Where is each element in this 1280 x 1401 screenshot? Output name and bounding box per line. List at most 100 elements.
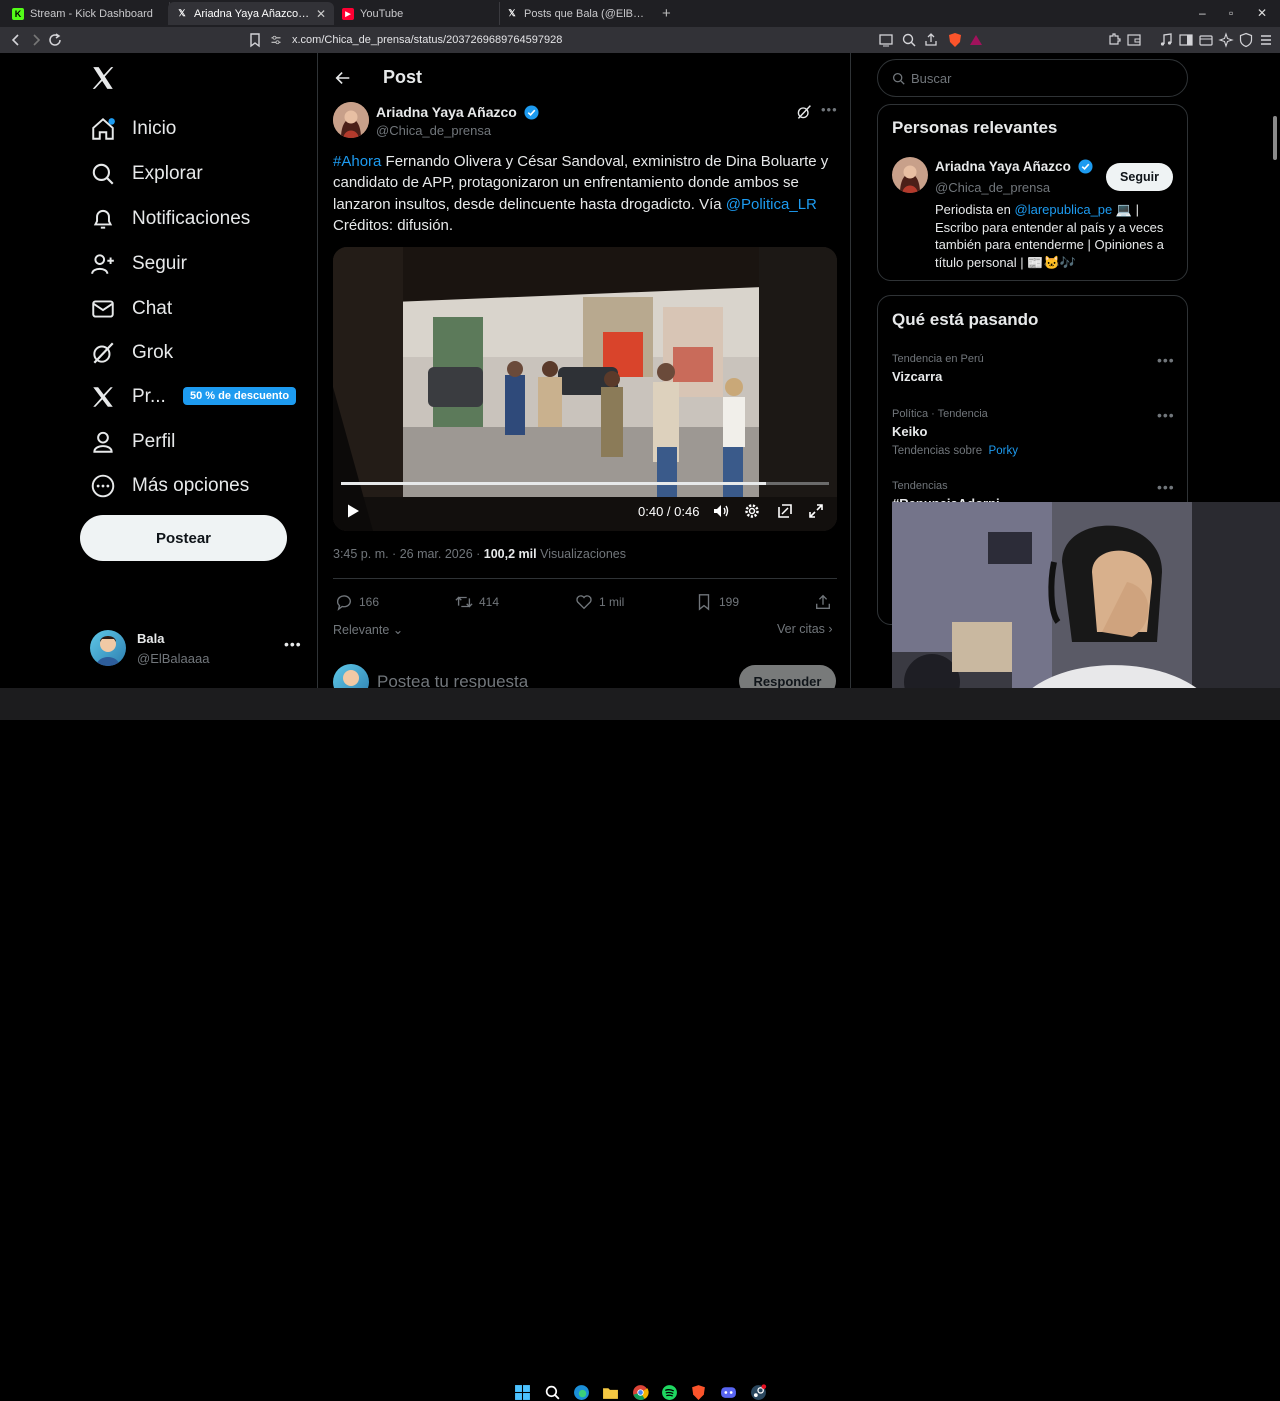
reply-input[interactable]: Postea tu respuesta <box>377 672 528 688</box>
file-explorer-icon[interactable] <box>602 1384 619 1401</box>
card-title: Personas relevantes <box>892 118 1058 137</box>
nav-explore[interactable]: Explorar <box>90 154 203 194</box>
account-switcher[interactable]: Bala @ElBalaaaa ••• <box>90 628 310 672</box>
nav-notifications[interactable]: Notificaciones <box>90 199 250 239</box>
brave-shields-icon[interactable] <box>947 32 963 48</box>
person-handle[interactable]: @Chica_de_prensa <box>935 180 1050 195</box>
site-settings-icon[interactable] <box>270 34 282 46</box>
author-avatar[interactable] <box>333 102 369 138</box>
reader-mode-icon[interactable] <box>878 32 894 48</box>
person-icon <box>93 431 113 453</box>
post-meta: 3:45 p. m. · 26 mar. 2026 · 100,2 mil Vi… <box>333 547 626 561</box>
spotify-icon[interactable] <box>661 1384 678 1401</box>
video-player[interactable]: 0:40 / 0:46 <box>333 247 837 531</box>
windows-start-icon[interactable] <box>514 1384 531 1401</box>
volume-icon[interactable] <box>712 502 730 520</box>
grok-icon[interactable] <box>796 104 812 120</box>
nav-more[interactable]: Más opciones <box>90 466 249 506</box>
like-button[interactable]: 1 mil <box>575 593 624 611</box>
video-progress-track[interactable] <box>341 482 829 485</box>
close-icon[interactable]: ✕ <box>316 7 326 21</box>
x-logo-icon[interactable] <box>90 65 116 91</box>
like-count: 1 mil <box>599 595 625 609</box>
more-dots-icon[interactable]: ••• <box>1157 407 1175 423</box>
discord-icon[interactable] <box>720 1384 737 1401</box>
fullscreen-icon[interactable] <box>807 502 825 520</box>
nav-premium[interactable]: Pr... <box>90 377 166 417</box>
post-text: #Ahora Fernando Olivera y César Sandoval… <box>333 151 833 236</box>
mention-link[interactable]: @Politica_LR <box>726 196 817 213</box>
follow-button[interactable]: Seguir <box>1106 163 1173 191</box>
trend-name[interactable]: Vizcarra <box>892 369 942 384</box>
repost-count: 414 <box>479 595 500 609</box>
discount-badge[interactable]: 50 % de descuento <box>183 387 297 405</box>
taskbar-search-icon[interactable] <box>544 1384 561 1401</box>
zoom-icon[interactable] <box>901 32 917 48</box>
more-dots-icon[interactable]: ••• <box>821 102 838 117</box>
menu-icon[interactable] <box>1258 32 1274 48</box>
back-arrow-icon[interactable] <box>334 69 352 87</box>
reply-button[interactable]: 166 <box>335 593 379 611</box>
chrome-icon[interactable] <box>632 1384 649 1401</box>
bio-link[interactable]: @larepublica_pe <box>1015 202 1113 217</box>
share-icon[interactable] <box>923 32 939 48</box>
more-dots-icon[interactable]: ••• <box>1157 352 1175 368</box>
more-dots-icon[interactable]: ••• <box>1157 479 1175 495</box>
post-button[interactable]: Postear <box>80 515 287 561</box>
wallet-card-icon[interactable] <box>1198 32 1214 48</box>
author-handle[interactable]: @Chica_de_prensa <box>376 123 491 138</box>
chevron-right-icon: › <box>824 622 833 636</box>
settings-gear-icon[interactable] <box>743 502 761 520</box>
edge-icon[interactable] <box>573 1384 590 1401</box>
trend-name[interactable]: Keiko <box>892 424 927 439</box>
tab-x-post[interactable]: 𝕏 Ariadna Yaya Añazco en X: "#Ahora ✕ <box>168 2 334 25</box>
forward-arrow-icon[interactable] <box>28 32 44 48</box>
restore-button[interactable]: ▫ <box>1229 6 1233 20</box>
scrollbar-thumb[interactable] <box>1273 116 1277 160</box>
search-input[interactable]: Buscar <box>877 59 1188 97</box>
nav-chat[interactable]: Chat <box>90 289 172 329</box>
sidebar-icon[interactable] <box>1178 32 1194 48</box>
person-name[interactable]: Ariadna Yaya Añazco <box>935 159 1093 174</box>
person-avatar[interactable] <box>892 157 928 193</box>
bookmark-icon[interactable] <box>247 32 263 48</box>
view-quotes-link[interactable]: Ver citas › <box>777 622 833 636</box>
play-icon[interactable] <box>345 503 361 519</box>
back-arrow-icon[interactable] <box>8 32 24 48</box>
tab-x-likes[interactable]: 𝕏 Posts que Bala (@ElBalaaaa) ha indicad… <box>498 2 656 25</box>
brave-icon[interactable] <box>690 1384 707 1401</box>
close-window-button[interactable]: ✕ <box>1257 6 1267 20</box>
vpn-shield-icon[interactable] <box>1238 32 1254 48</box>
bookmark-button[interactable]: 199 <box>695 593 739 611</box>
views-count: 100,2 mil <box>483 547 537 561</box>
leo-ai-icon[interactable] <box>1218 32 1234 48</box>
steam-icon[interactable] <box>750 1384 767 1401</box>
nav-grok[interactable]: Grok <box>90 333 173 373</box>
author-name[interactable]: Ariadna Yaya Añazco <box>376 104 539 120</box>
trend-label: Tendencia en Perú <box>892 353 984 365</box>
trend-related-link[interactable]: Porky <box>989 445 1018 457</box>
person-bio: Periodista en @larepublica_pe 💻 | Escrib… <box>935 201 1175 271</box>
music-icon[interactable] <box>1158 32 1174 48</box>
tab-youtube[interactable]: ▶ YouTube <box>334 2 500 25</box>
post-timestamp[interactable]: 3:45 p. m. · 26 mar. 2026 · <box>333 547 484 561</box>
post-column: Post Ariadna Yaya Añazco @Chica_de_prens… <box>317 53 851 688</box>
reply-submit-button[interactable]: Responder <box>739 665 836 688</box>
reload-icon[interactable] <box>47 32 63 48</box>
picture-in-picture-icon[interactable] <box>776 502 794 520</box>
nav-follow[interactable]: Seguir <box>90 244 187 284</box>
minimize-button[interactable]: – <box>1199 6 1206 20</box>
bell-icon <box>93 209 113 229</box>
repost-button[interactable]: 414 <box>455 593 499 611</box>
share-icon[interactable] <box>814 593 832 611</box>
hashtag-link[interactable]: #Ahora <box>333 153 381 170</box>
new-tab-button[interactable]: + <box>662 5 671 22</box>
sort-dropdown[interactable]: Relevante ⌄ <box>333 622 403 637</box>
extensions-icon[interactable] <box>1106 32 1122 48</box>
nav-profile[interactable]: Perfil <box>90 422 175 462</box>
brave-rewards-icon[interactable] <box>968 32 984 48</box>
wallet-icon[interactable] <box>1126 32 1142 48</box>
tab-kick[interactable]: K Stream - Kick Dashboard <box>4 2 170 25</box>
more-dots-icon[interactable]: ••• <box>284 636 302 652</box>
nav-home[interactable]: Inicio <box>90 109 176 149</box>
